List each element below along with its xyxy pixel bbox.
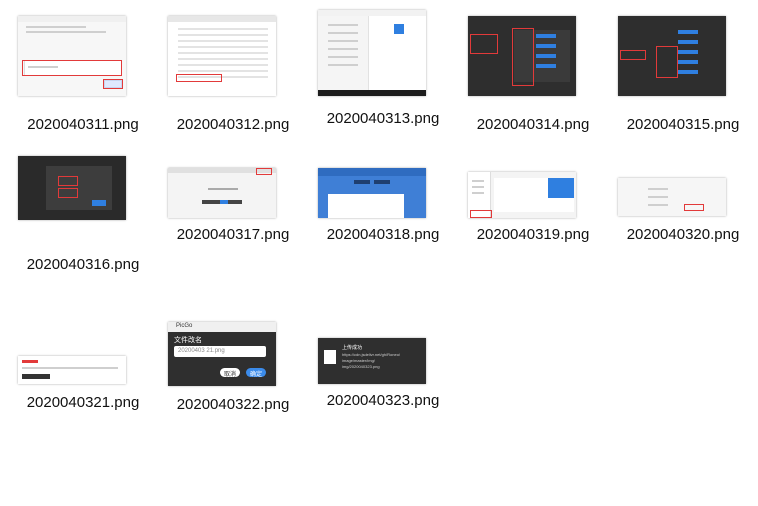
file-thumbnail <box>618 178 726 216</box>
file-tile-2020040321[interactable]: 2020040321.png <box>18 356 168 506</box>
file-name: 2020040316.png <box>26 256 140 273</box>
file-tile-2020040322[interactable]: PicGo 文件改名 20200403 21.png 取消 确定 2020040… <box>168 322 318 472</box>
file-thumbnail <box>168 16 276 96</box>
file-thumbnail <box>468 172 576 218</box>
file-name: 2020040315.png <box>626 116 740 133</box>
upload-url-line-3: img/2020040323.png <box>342 364 380 369</box>
file-thumbnail <box>168 168 276 218</box>
file-tile-2020040312[interactable]: 2020040312.png <box>168 16 318 166</box>
picgo-app-name: PicGo <box>176 323 193 329</box>
file-thumbnail: PicGo 文件改名 20200403 21.png 取消 确定 <box>168 322 276 386</box>
file-tile-2020040317[interactable]: 2020040317.png <box>168 168 318 318</box>
file-tile-2020040315[interactable]: 2020040315.png <box>618 16 758 166</box>
file-name: 2020040320.png <box>626 226 740 243</box>
file-thumbnail <box>18 356 126 384</box>
upload-url-line-2: image/master/img/ <box>342 358 375 363</box>
file-tile-2020040323[interactable]: 上传成功 https://cdn.jsdelivr.net/gh/Roneo/ … <box>318 338 468 488</box>
file-tile-2020040319[interactable]: 2020040319.png <box>468 172 618 322</box>
file-name: 2020040314.png <box>476 116 590 133</box>
rename-dialog-title: 文件改名 <box>174 337 202 344</box>
file-tile-2020040313[interactable]: 2020040313.png <box>318 10 468 160</box>
file-name: 2020040317.png <box>176 226 290 243</box>
file-thumbnail <box>318 10 426 96</box>
file-tile-2020040314[interactable]: 2020040314.png <box>468 16 618 166</box>
file-name: 2020040311.png <box>27 116 139 133</box>
file-name: 2020040318.png <box>326 226 440 243</box>
file-thumbnail <box>18 16 126 96</box>
file-thumbnail <box>18 156 126 220</box>
upload-success-title: 上传成功 <box>342 345 363 351</box>
file-thumbnail <box>318 168 426 218</box>
ok-button: 确定 <box>250 372 263 378</box>
file-tile-2020040316[interactable]: 2020040316.png <box>18 156 168 306</box>
file-tile-2020040318[interactable]: 2020040318.png <box>318 168 468 318</box>
file-name: 2020040313.png <box>326 110 440 127</box>
upload-url-line-1: https://cdn.jsdelivr.net/gh/Roneo/ <box>342 352 401 357</box>
file-name: 2020040322.png <box>176 396 290 413</box>
file-thumbnail <box>618 16 726 96</box>
file-tile-2020040311[interactable]: 2020040311.png <box>18 16 168 166</box>
file-name: 2020040312.png <box>176 116 290 133</box>
cancel-button: 取消 <box>224 372 237 378</box>
file-name: 2020040319.png <box>476 226 590 243</box>
file-thumbnail <box>468 16 576 96</box>
file-name: 2020040323.png <box>326 392 440 409</box>
file-name: 2020040321.png <box>26 394 140 411</box>
file-tile-2020040320[interactable]: 2020040320.png <box>618 178 758 328</box>
rename-input-value: 20200403 21.png <box>178 348 225 354</box>
file-thumbnail: 上传成功 https://cdn.jsdelivr.net/gh/Roneo/ … <box>318 338 426 384</box>
